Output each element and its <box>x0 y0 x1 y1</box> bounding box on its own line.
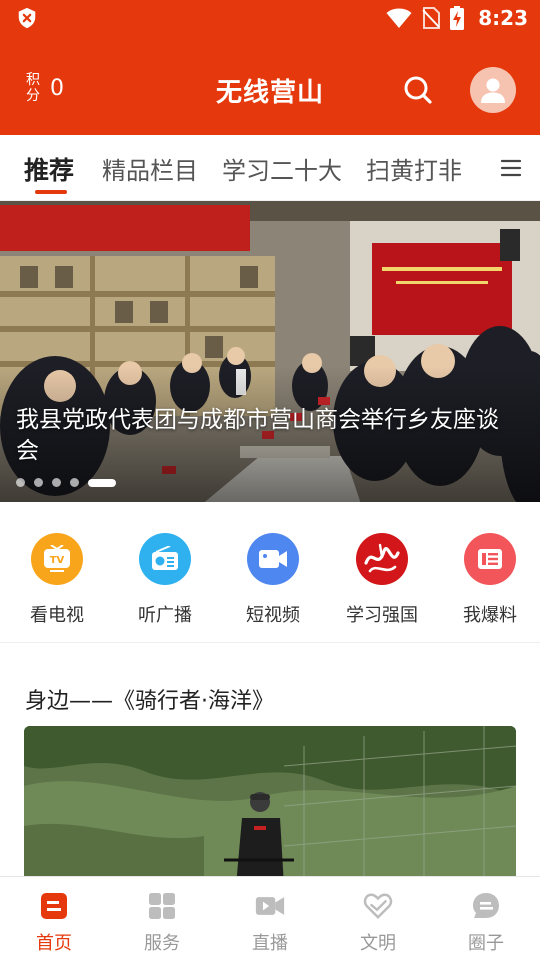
nav-label: 圈子 <box>468 933 504 954</box>
app-header: 积分 0 无线营山 <box>0 50 540 135</box>
nav-label: 直播 <box>252 933 288 954</box>
grid-icon <box>149 893 175 919</box>
no-sim-icon <box>422 7 441 29</box>
quick-link-label: 我爆料 <box>463 605 517 626</box>
status-bar: 8:23 <box>0 0 540 36</box>
video-camera-icon <box>247 533 299 585</box>
battery-charging-icon <box>450 6 465 30</box>
quick-link-label: 听广播 <box>138 605 192 626</box>
nav-circle[interactable]: 圈子 <box>432 891 540 955</box>
carousel-dot[interactable] <box>34 478 43 487</box>
quick-link-label: 短视频 <box>246 605 300 626</box>
xuexi-logo-icon <box>356 533 408 585</box>
user-icon <box>481 78 505 103</box>
menu-icon[interactable] <box>500 157 522 179</box>
carousel-dot[interactable] <box>52 478 61 487</box>
carousel-dot[interactable] <box>70 478 79 487</box>
nav-label: 文明 <box>360 933 396 954</box>
tab-recommend[interactable]: 推荐 <box>24 151 74 187</box>
tab-anti-porn[interactable]: 扫黄打非 <box>366 151 462 186</box>
banner-caption: 我县党政代表团与成都市营山商会举行乡友座谈会 <box>16 407 499 464</box>
radio-icon <box>139 533 191 585</box>
carousel-indicators <box>16 478 116 487</box>
carousel-dot-active[interactable] <box>88 478 116 487</box>
quick-link-watch-tv[interactable]: TV 看电视 <box>12 533 102 627</box>
svg-text:TV: TV <box>50 555 65 566</box>
quick-link-xuexi[interactable]: 学习强国 <box>337 533 427 627</box>
news-carousel[interactable]: 我县党政代表团与成都市营山商会举行乡友座谈会 <box>0 201 540 502</box>
tab-featured-columns[interactable]: 精品栏目 <box>102 151 198 186</box>
report-list-icon <box>464 533 516 585</box>
app-title: 无线营山 <box>215 78 324 108</box>
article-thumbnail[interactable] <box>24 726 516 886</box>
quick-link-short-video[interactable]: 短视频 <box>228 533 318 627</box>
nav-services[interactable]: 服务 <box>108 891 216 955</box>
category-tabs: 推荐 精品栏目 学习二十大 扫黄打非 <box>0 135 540 201</box>
quick-link-label: 看电视 <box>30 605 84 626</box>
top-bar: 8:23 积分 0 无线营山 <box>0 0 540 135</box>
status-icons: 8:23 <box>386 6 528 30</box>
active-tab-indicator <box>35 190 67 194</box>
search-icon[interactable] <box>400 72 436 108</box>
quick-link-label: 学习强国 <box>346 605 418 626</box>
wifi-icon <box>386 8 412 28</box>
tab-study-20th[interactable]: 学习二十大 <box>222 151 342 186</box>
heart-hands-icon <box>363 893 393 919</box>
article-photo <box>24 726 516 886</box>
bottom-nav: 首页 服务 直播 文明 圈子 <box>0 876 540 960</box>
quick-link-listen-radio[interactable]: 听广播 <box>120 533 210 627</box>
tv-icon: TV <box>31 533 83 585</box>
app-screen: 8:23 积分 0 无线营山 推荐 精品栏目 学习二十大 扫黄打非 我县党政代表… <box>0 0 540 960</box>
nav-live[interactable]: 直播 <box>216 891 324 955</box>
quick-links: TV 看电视 听广播 短视频 学习强国 我爆料 <box>0 503 540 643</box>
nav-label: 服务 <box>144 933 180 954</box>
avatar[interactable] <box>470 67 516 113</box>
shield-x-icon <box>18 7 36 29</box>
nav-home[interactable]: 首页 <box>0 891 108 955</box>
nav-civilization[interactable]: 文明 <box>324 891 432 955</box>
carousel-dot[interactable] <box>16 478 25 487</box>
chat-icon <box>473 893 499 918</box>
quick-link-report[interactable]: 我爆料 <box>445 533 535 627</box>
live-icon <box>255 897 285 915</box>
article-title[interactable]: 身边——《骑行者·海洋》 <box>25 683 274 715</box>
status-time: 8:23 <box>478 6 528 30</box>
home-icon <box>41 893 67 919</box>
nav-label: 首页 <box>36 933 72 954</box>
